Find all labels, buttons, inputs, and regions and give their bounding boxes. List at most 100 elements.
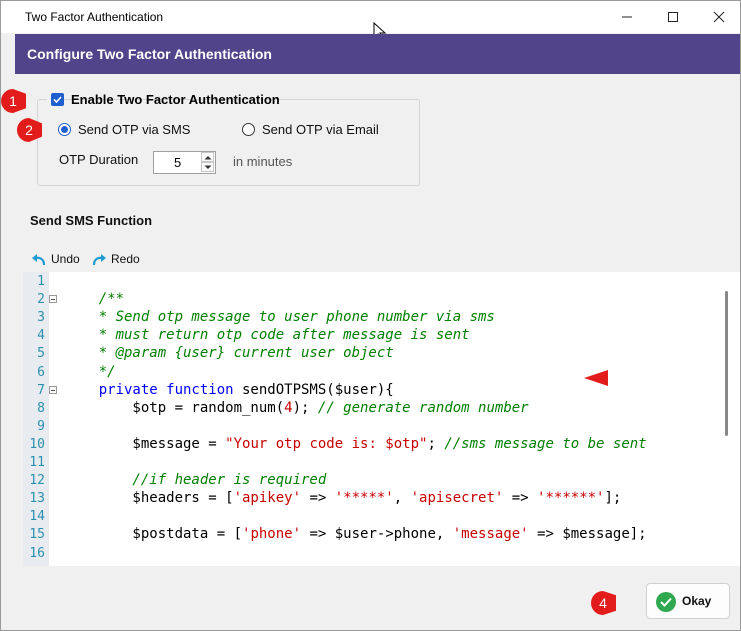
code-token: => [301,490,335,507]
code-line: 12 //if header is required [23,472,740,490]
email-radio[interactable] [242,123,255,136]
code-token: * must return otp code after message is … [65,327,470,344]
dialog-header: Configure Two Factor Authentication [15,34,740,74]
code-token: /** [65,291,125,308]
code-token: //if header is required [65,472,327,489]
code-token: 'phone' [242,526,302,543]
code-line: 1 [23,273,740,291]
window-title: Two Factor Authentication [25,10,164,24]
code-line: 6 */ [23,363,740,382]
line-number: 11 [29,455,45,470]
code-line: 5 * @param {user} current user object [23,345,740,363]
check-circle-icon [656,592,676,612]
code-token: => [503,490,538,507]
callout-number: 2 [25,122,33,138]
code-token: 4 [284,399,293,416]
code-token: 'apisecret' [410,490,504,507]
code-line: 2 /** [23,291,740,309]
code-text: $headers = ['apikey' => '*****', 'apisec… [65,490,621,506]
enable-2fa-checkbox[interactable]: Enable Two Factor Authentication [47,91,280,109]
code-line: 3 * Send otp message to user phone numbe… [23,309,740,327]
code-token: private function [65,381,234,398]
sms-radio[interactable] [58,123,71,136]
otp-duration-unit: in minutes [233,154,293,169]
line-number: 12 [29,473,45,489]
two-factor-groupbox [37,99,420,186]
otp-duration-value[interactable]: 5 [174,155,181,170]
callout-badge-3: 3 [584,370,608,386]
code-line: 9 [23,418,740,436]
fold-toggle-icon[interactable] [49,295,57,304]
code-token: sendOTPSMS($user){ [233,381,394,398]
code-token: */ [65,363,116,380]
callout-badge-4: 4 [591,591,616,615]
code-token: '*****' [334,490,394,507]
maximize-button[interactable] [650,1,696,33]
line-number: 7 [37,382,45,398]
sms-radio-label[interactable]: Send OTP via SMS [78,122,190,137]
line-number: 16 [29,545,45,561]
line-number: 4 [37,328,45,344]
code-line: 14 [23,508,740,526]
code-token: ); [292,399,318,416]
callout-badge-2: 2 [17,118,42,142]
callout-badge-1: 1 [1,89,26,113]
code-line: 13 $headers = ['apikey' => '*****', 'api… [23,490,740,508]
code-token: // generate random number [317,399,529,416]
code-text: * @param {user} current user object [65,345,394,361]
code-line: 15 $postdata = ['phone' => $user->phone,… [23,526,740,544]
okay-label: Okay [682,594,712,608]
redo-button[interactable]: Redo [91,251,143,269]
chevron-down-icon [204,165,212,169]
dialog-window: Two Factor Authentication Configure Two … [0,0,741,631]
code-text: //if header is required [65,472,326,488]
code-token: ; [427,435,445,452]
line-number: 1 [37,274,45,289]
line-number: 15 [29,527,45,543]
undo-button[interactable]: Undo [31,251,87,269]
code-text: $message = "Your otp code is: $otp"; //s… [65,435,647,452]
code-token: , [393,490,411,507]
stepper-up-button[interactable] [201,152,214,162]
callout-number: 1 [9,93,17,109]
otp-duration-stepper[interactable]: 5 [153,151,216,174]
checkbox-checked-icon [51,93,64,106]
enable-2fa-label: Enable Two Factor Authentication [71,92,280,107]
close-icon [713,11,725,23]
stepper-down-button[interactable] [201,162,214,172]
code-token: '******' [537,490,605,507]
close-button[interactable] [696,1,740,33]
sms-function-title: Send SMS Function [30,213,153,228]
code-text: $postdata = ['phone' => $user->phone, 'm… [65,526,647,543]
maximize-icon [668,12,678,22]
line-number: 9 [37,418,45,434]
editor-scrollbar[interactable] [725,291,728,436]
code-text: $otp = random_num(4); // generate random… [65,399,529,416]
code-token: => $user->phone, [301,526,453,543]
code-token: $postdata = [ [65,526,243,543]
code-text: private function sendOTPSMS($user){ [65,382,394,398]
callout-number: 4 [599,595,607,611]
code-token: => $message]; [528,526,647,543]
title-bar: Two Factor Authentication [1,1,740,33]
email-radio-label[interactable]: Send OTP via Email [262,122,379,137]
code-token: * Send otp message to user phone number … [65,309,495,326]
otp-duration-label: OTP Duration [59,152,139,167]
code-line: 8 $otp = random_num(4); // generate rand… [23,399,740,418]
minimize-button[interactable] [604,1,650,33]
code-token: 'message' [452,526,529,543]
code-line: 11 [23,454,740,472]
code-line: 7 private function sendOTPSMS($user){ [23,382,740,400]
code-token: //sms message to be sent [444,435,647,452]
chevron-up-icon [204,156,212,160]
undo-label: Undo [51,252,80,266]
code-token: $headers = [ [65,490,234,507]
code-text: * must return otp code after message is … [65,327,470,343]
code-token: 'apikey' [233,490,302,507]
code-editor[interactable]: 12 /** 3 * Send otp message to user phone… [23,272,740,566]
header-title: Configure Two Factor Authentication [27,46,272,62]
fold-toggle-icon[interactable] [49,385,57,394]
okay-button[interactable]: Okay [646,583,730,619]
undo-icon [32,254,46,266]
line-number: 5 [37,346,45,362]
